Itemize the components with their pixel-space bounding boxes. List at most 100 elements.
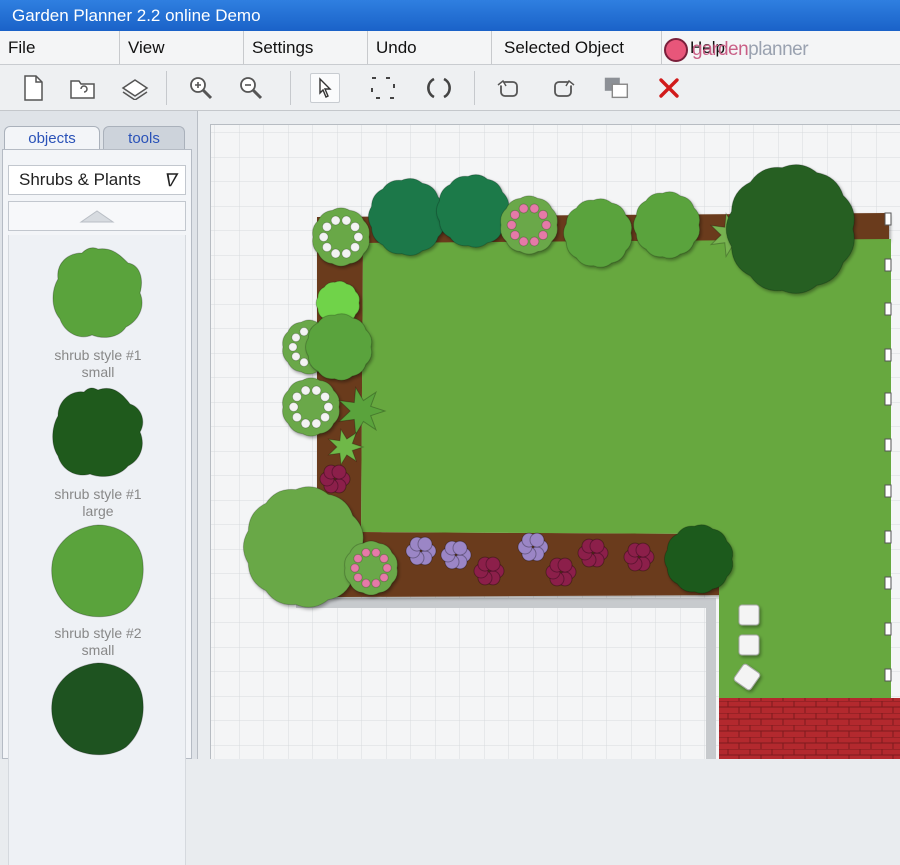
flower-petal	[341, 215, 352, 226]
flower-petal	[379, 553, 389, 564]
flower-petal	[311, 418, 322, 429]
plant-red-flowers[interactable]	[557, 557, 573, 573]
shrub-dark-teal[interactable]	[435, 174, 510, 248]
flower-petal	[529, 203, 540, 214]
shrub-thumbnail-icon	[52, 387, 144, 477]
menu-undo[interactable]: Undo	[368, 31, 492, 64]
shrub-thumbnail-icon	[51, 662, 144, 756]
flower-petal	[321, 221, 332, 232]
list-item-shrub-2-small[interactable]: shrub style #2 small	[9, 521, 185, 659]
window-title: Garden Planner 2.2 online Demo	[0, 0, 900, 31]
object-list[interactable]: shrub style #1 small shrub style #1 larg…	[8, 235, 186, 865]
flower-petal	[291, 412, 302, 423]
toolbar	[0, 65, 900, 111]
category-value: Shrubs & Plants	[19, 170, 141, 189]
flower-petal	[353, 572, 363, 583]
layer-order-icon[interactable]	[602, 73, 632, 103]
brick-paving	[719, 698, 900, 759]
dropdown-arrow-icon[interactable]: 𝛻	[166, 166, 179, 194]
plant-red-flowers[interactable]	[485, 556, 501, 572]
flower-petal	[291, 391, 302, 402]
plant-lavender[interactable]	[417, 536, 433, 552]
flower-petal	[379, 572, 389, 583]
flower-petal	[538, 209, 549, 220]
select-pointer-icon[interactable]	[310, 73, 340, 103]
marquee-select-icon[interactable]	[368, 73, 398, 103]
flower-petal	[330, 215, 341, 226]
save-icon[interactable]	[120, 73, 150, 103]
zoom-in-icon[interactable]	[186, 73, 216, 103]
new-file-icon[interactable]	[18, 73, 48, 103]
flower-petal	[518, 203, 529, 214]
list-item-shrub-2-large[interactable]	[9, 659, 185, 759]
flower-petal	[341, 248, 352, 259]
flower-petal	[330, 248, 341, 259]
flower-petal	[320, 391, 331, 402]
flower-petal	[299, 357, 309, 367]
flower-petal	[300, 385, 311, 396]
menu-view[interactable]: View	[120, 31, 244, 64]
plant-lavender[interactable]	[452, 540, 468, 556]
list-item-label: shrub style #1	[54, 347, 142, 363]
flower-petal	[509, 230, 520, 241]
rotate-left-icon[interactable]	[494, 73, 524, 103]
plant-red-flowers[interactable]	[331, 464, 347, 480]
category-select[interactable]: Shrubs & Plants 𝛻	[8, 165, 186, 195]
flower-petal	[382, 563, 392, 573]
flower-petal	[288, 402, 299, 412]
rotate-right-icon[interactable]	[548, 73, 578, 103]
shrub-thumbnail-icon	[51, 524, 144, 618]
flower-petal	[300, 418, 311, 429]
flower-petal	[361, 578, 371, 588]
flower-petal	[361, 548, 371, 558]
object-panel: objects tools Shrubs & Plants 𝛻 shrub st…	[0, 111, 198, 865]
flower-petal	[299, 327, 309, 337]
list-item-label: shrub style #1	[54, 486, 142, 502]
logo-suffix: planner	[748, 39, 809, 60]
plant-red-flowers[interactable]	[635, 542, 651, 558]
flower-petal	[350, 221, 361, 232]
list-item-shrub-1-small[interactable]: shrub style #1 small	[9, 243, 185, 381]
flower-petal	[350, 563, 360, 573]
flower-petal	[323, 402, 334, 412]
plant-red-flowers[interactable]	[589, 538, 605, 554]
delete-icon[interactable]	[654, 73, 684, 103]
shrub-thumbnail-icon	[52, 247, 143, 338]
logo-prefix: garden	[692, 39, 749, 60]
flower-petal	[353, 553, 363, 564]
flower-petal	[538, 230, 549, 241]
flower-petal	[529, 236, 540, 247]
garden-canvas[interactable]	[210, 124, 900, 759]
flower-petal	[353, 232, 364, 242]
list-item-size: small	[81, 642, 115, 658]
shrub-style-1[interactable]	[633, 191, 701, 259]
flower-petal	[509, 209, 520, 220]
flower-petal	[506, 220, 517, 230]
flower-petal	[518, 236, 529, 247]
scroll-up-button[interactable]	[8, 201, 186, 231]
list-item-label: shrub style #2	[54, 625, 142, 641]
flower-petal	[541, 220, 552, 230]
menu-file[interactable]: File	[0, 31, 120, 64]
list-item-shrub-1-large[interactable]: shrub style #1 large	[9, 382, 185, 520]
open-file-icon[interactable]	[68, 73, 98, 103]
menu-settings[interactable]: Settings	[244, 31, 368, 64]
flower-petal	[288, 342, 298, 352]
rotate-icon[interactable]	[424, 73, 454, 103]
flower-petal	[291, 351, 301, 362]
list-item-size: large	[82, 503, 114, 519]
up-arrow-icon	[79, 210, 115, 223]
flower-petal	[291, 332, 301, 343]
shrub-style-1[interactable]	[305, 313, 373, 381]
menu-selected-object[interactable]: Selected Object	[492, 31, 662, 64]
flower-petal	[371, 578, 381, 588]
logo-mark-icon	[664, 38, 688, 62]
plant-lavender[interactable]	[529, 532, 545, 548]
tab-objects[interactable]: objects	[4, 126, 100, 150]
tab-tools[interactable]: tools	[103, 126, 185, 150]
list-item-size: small	[81, 364, 115, 380]
flower-petal	[350, 242, 361, 253]
flower-petal	[371, 548, 381, 558]
garden-planner-logo: gardenplanner	[664, 37, 809, 63]
zoom-out-icon[interactable]	[236, 73, 266, 103]
